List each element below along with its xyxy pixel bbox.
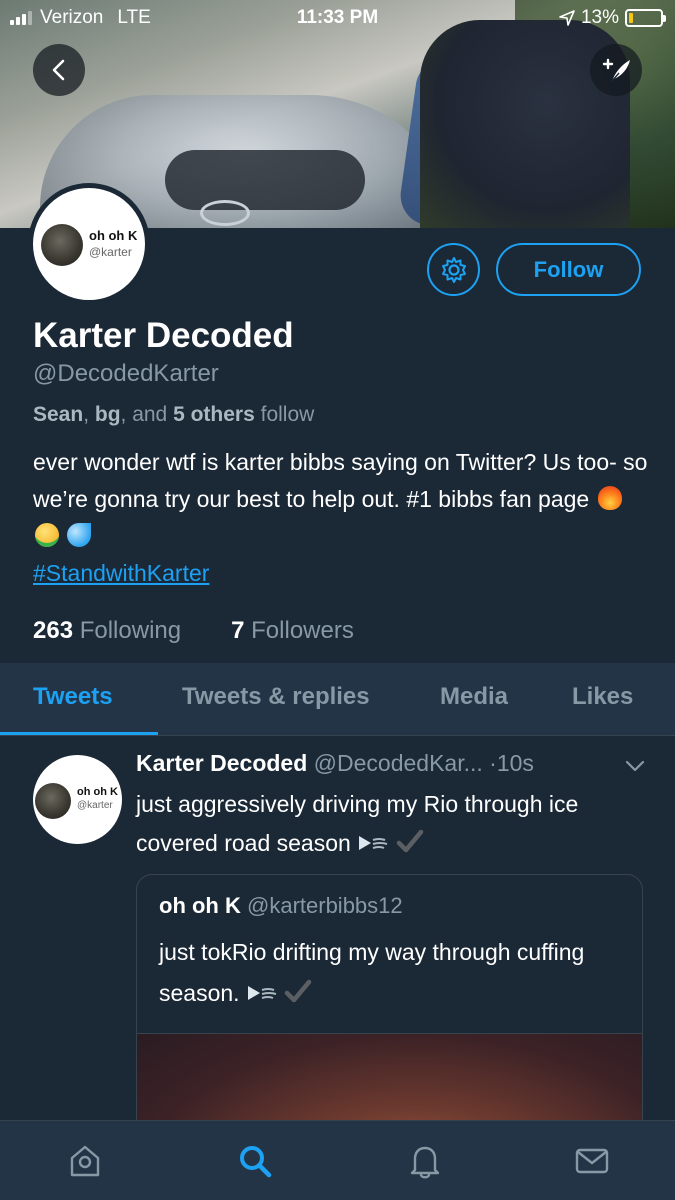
tweet-avatar-handle-text: @karter bbox=[77, 800, 113, 811]
bottom-navigation-bar bbox=[0, 1120, 675, 1200]
profile-display-name: Karter Decoded bbox=[33, 316, 294, 355]
money-mouth-emoji-icon bbox=[35, 523, 59, 547]
dashing-away-emoji-icon bbox=[359, 836, 388, 850]
tab-tweets-and-replies[interactable]: Tweets & replies bbox=[182, 683, 370, 711]
tweet-avatar-photo bbox=[35, 783, 71, 819]
compose-tweet-icon bbox=[602, 58, 630, 82]
avatar-handle-text: @karter bbox=[89, 245, 132, 259]
gear-icon bbox=[441, 256, 466, 283]
sweat-droplets-emoji-icon bbox=[67, 523, 92, 547]
tweet-author-name[interactable]: Karter Decoded bbox=[136, 750, 307, 776]
tab-tweets[interactable]: Tweets bbox=[33, 683, 113, 711]
quoted-tweet-text: just tokRio drifting my way through cuff… bbox=[159, 932, 629, 1014]
quoted-author-name: oh oh K bbox=[159, 893, 241, 918]
battery-percent: 13% bbox=[580, 7, 619, 28]
profile-tabs: Tweets Tweets & replies Media Likes bbox=[0, 663, 675, 736]
nav-messages-button[interactable] bbox=[570, 1139, 614, 1183]
fire-emoji-icon bbox=[597, 486, 622, 510]
bio-text: ever wonder wtf is karter bibbs saying o… bbox=[33, 449, 648, 512]
back-button[interactable] bbox=[33, 44, 85, 96]
follow-button[interactable]: Follow bbox=[496, 243, 641, 296]
banner-car-logo bbox=[200, 200, 250, 226]
follower-name-2: bg bbox=[94, 403, 121, 426]
active-tab-indicator bbox=[0, 732, 158, 735]
following-count-link[interactable]: 263 Following bbox=[33, 617, 181, 645]
battery-icon bbox=[625, 9, 666, 27]
avatar-photo bbox=[41, 224, 83, 266]
status-bar: Verizon LTE 11:33 PM 13% bbox=[0, 0, 675, 36]
tweet-timestamp: ·10s bbox=[489, 750, 534, 776]
tab-likes[interactable]: Likes bbox=[572, 683, 633, 711]
avatar-name-text: oh oh K bbox=[89, 228, 138, 243]
messages-envelope-icon bbox=[575, 1148, 609, 1174]
followed-by-context[interactable]: Sean, bg, and 5 others follow bbox=[33, 403, 314, 427]
profile-bio: ever wonder wtf is karter bibbs saying o… bbox=[33, 444, 653, 592]
follower-others: 5 others bbox=[173, 403, 255, 426]
bio-hashtag-link[interactable]: #StandwithKarter bbox=[33, 555, 653, 592]
quoted-body-text: just tokRio drifting my way through cuff… bbox=[159, 939, 585, 1006]
check-mark-emoji-icon bbox=[285, 979, 312, 1003]
nav-notifications-button[interactable] bbox=[403, 1139, 447, 1183]
tweet-header: Karter Decoded @DecodedKar... ·10s bbox=[136, 750, 534, 777]
location-arrow-icon bbox=[559, 10, 575, 26]
search-icon bbox=[240, 1146, 272, 1178]
home-icon bbox=[70, 1145, 100, 1177]
profile-settings-button[interactable] bbox=[427, 243, 480, 296]
tweet-text: just aggressively driving my Rio through… bbox=[136, 785, 656, 863]
profile-handle: @DecodedKarter bbox=[33, 360, 219, 387]
quoted-tweet-header: oh oh K @karterbibbs12 bbox=[159, 893, 403, 919]
dashing-away-emoji-icon bbox=[247, 986, 277, 1000]
notifications-bell-icon bbox=[410, 1146, 440, 1179]
tweet-author-avatar[interactable]: oh oh K @karter bbox=[33, 755, 122, 844]
check-mark-emoji-icon bbox=[396, 829, 423, 853]
profile-avatar[interactable]: oh oh K @karter bbox=[28, 183, 150, 305]
follower-name-1: Sean bbox=[33, 403, 84, 426]
compose-tweet-button[interactable] bbox=[590, 44, 642, 96]
tweet-options-chevron-down-icon[interactable] bbox=[624, 758, 646, 774]
tweet-author-handle: @DecodedKar... bbox=[313, 750, 483, 776]
follow-counts: 263 Following 7 Followers bbox=[33, 617, 354, 645]
banner-car-grille bbox=[165, 150, 365, 210]
tab-media[interactable]: Media bbox=[440, 683, 508, 711]
chevron-left-icon bbox=[52, 59, 65, 81]
nav-home-button[interactable] bbox=[63, 1139, 107, 1183]
nav-search-button[interactable] bbox=[233, 1139, 277, 1183]
followers-count-link[interactable]: 7 Followers bbox=[231, 617, 354, 645]
quoted-author-handle: @karterbibbs12 bbox=[247, 893, 403, 918]
tweet-avatar-name-text: oh oh K bbox=[77, 786, 118, 798]
